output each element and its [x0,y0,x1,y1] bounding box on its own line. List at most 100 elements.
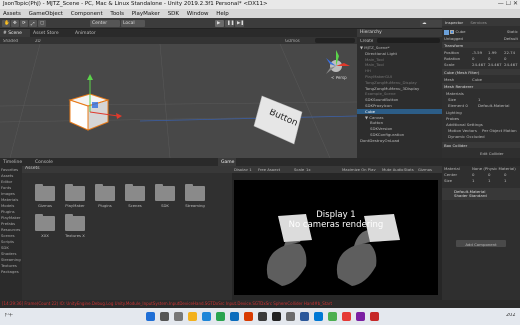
tab-inspector[interactable]: Inspector [445,20,463,25]
tab-timeline[interactable]: Timeline [0,158,28,166]
maximize-on-play-toggle[interactable]: Maximize On Play [342,168,376,172]
tab-animator[interactable]: Animator [72,29,112,37]
assets-breadcrumb[interactable]: Assets [22,166,232,173]
unity-editor-icon[interactable] [272,312,281,321]
wechat-icon[interactable] [328,312,337,321]
aspect-dropdown[interactable]: Free Aspect [258,168,280,172]
persp-label[interactable]: < Persp [331,76,347,80]
tab-console[interactable]: Console [32,158,60,166]
collider-size-y-field[interactable]: 1 [488,178,490,183]
app-icon-blue[interactable] [230,312,239,321]
hierarchy-item[interactable]: PlayMakerGUI [357,74,442,80]
hierarchy-item[interactable]: Cube [357,108,442,115]
dynamic-occluded-toggle[interactable]: Dynamic Occluded [442,133,520,139]
app-icon-green[interactable] [216,312,225,321]
scene-search-input[interactable] [315,38,355,43]
asset-folder[interactable]: XXX [32,214,58,238]
file-explorer-icon[interactable] [188,312,197,321]
hierarchy-create-button[interactable]: Create [360,39,373,43]
project-tree-item[interactable]: Streaming [0,256,22,262]
window-controls[interactable]: — ☐ ✕ [498,1,518,7]
object-name-field[interactable]: Cube [456,29,466,34]
move-tool-button[interactable]: ✥ [11,20,19,27]
tab-hierarchy[interactable]: Hierarchy [357,29,442,37]
scale-value[interactable]: 1x [306,168,311,172]
tab-asset-store[interactable]: Asset Store [30,29,72,37]
asset-folder[interactable]: Scenes [122,184,148,208]
stats-toggle[interactable]: Stats [404,168,414,172]
active-checkbox[interactable] [450,30,455,34]
hierarchy-item[interactable]: ▼ MJTZ_Scene* [357,45,442,51]
cloud-icon[interactable]: ☁ [420,20,442,27]
collider-size-z-field[interactable]: 1 [504,178,506,183]
search-icon[interactable] [160,312,169,321]
2d-toggle[interactable]: 2D [35,39,41,43]
scene-view[interactable]: Button < Persp [0,44,357,158]
hierarchy-item[interactable]: TongZongMuMenu_Display [357,80,442,86]
hierarchy-item[interactable]: TongZongMuMenu_3Display [357,86,442,92]
scale-tool-button[interactable]: ⤢ [29,20,37,27]
hierarchy-item[interactable]: HH [357,68,442,74]
tab-services[interactable]: Services [470,20,486,25]
display-dropdown[interactable]: Display 1 [234,168,252,172]
step-button[interactable]: ▶❚ [235,20,244,27]
project-tree-item[interactable]: Resources [0,226,22,232]
word-icon[interactable] [300,312,309,321]
mute-audio-toggle[interactable]: Mute Audio [382,168,404,172]
hierarchy-item[interactable]: Main_Tool [357,57,442,63]
tag-dropdown[interactable]: Untagged [444,36,463,41]
game-gizmos-dropdown[interactable]: Gizmos [418,168,432,172]
shading-mode-dropdown[interactable]: Shaded [3,39,18,43]
transform-header[interactable]: Transform [442,42,520,48]
scene-orientation-gizmo[interactable] [326,50,350,74]
play-button[interactable]: ▶ [215,20,224,27]
app-icon-orange[interactable] [244,312,253,321]
hierarchy-search-input[interactable] [377,38,440,43]
scale-z-field[interactable]: 24.467 [504,62,518,67]
project-tree-item[interactable]: Packages [0,268,22,274]
edge-icon[interactable] [202,312,211,321]
hierarchy-item[interactable]: SDKSoundButton [357,97,442,103]
vscode-icon[interactable] [314,312,323,321]
pause-button[interactable]: ❚❚ [225,20,235,27]
asset-folder[interactable]: Textures X [62,214,88,238]
hierarchy-item[interactable]: Directional Light [357,51,442,57]
asset-folder[interactable]: Plugins [92,184,118,208]
cube-object[interactable] [68,93,110,131]
asset-folder[interactable]: Gizmos [32,184,58,208]
hierarchy-item[interactable]: DontDestroyOnLoad [357,138,442,144]
box-collider-header[interactable]: Box Collider [442,142,520,148]
collider-size-x-field[interactable]: 1 [472,178,474,183]
mesh-filter-header[interactable]: Cube (Mesh Filter) [442,69,520,75]
app-icon-purple[interactable] [356,312,365,321]
hand-tool-button[interactable]: ✋ [2,20,10,27]
project-tree-item[interactable]: PlayMaker [0,214,22,220]
edit-collider-button[interactable]: Edit Collider [442,149,520,157]
local-space-toggle[interactable]: Local [121,20,145,27]
app-icon-gray[interactable] [286,312,295,321]
app-icon-dark-red[interactable] [370,312,379,321]
mesh-renderer-header[interactable]: Mesh Renderer [442,83,520,89]
scale-y-field[interactable]: 24.467 [488,62,502,67]
game-view[interactable]: Display 1 No cameras rendering [234,180,438,295]
rotate-tool-button[interactable]: ⟳ [20,20,28,27]
mesh-field[interactable]: Cube [472,77,482,82]
hierarchy-item[interactable]: SDKProxyIcon [357,103,442,109]
hierarchy-item[interactable]: Main_Tool [357,62,442,68]
asset-folder[interactable]: PlayMaker [62,184,88,208]
pivot-center-toggle[interactable]: Center [90,20,120,27]
app-icon-red[interactable] [342,312,351,321]
unity-hub-icon[interactable] [258,312,267,321]
static-toggle[interactable]: Static [507,29,518,34]
asset-folder[interactable]: Streaming [182,184,208,208]
status-bar[interactable]: [14:29:36] Frame(Count 22) IO: UnityEngi… [0,300,520,308]
hierarchy-item[interactable]: SDKConfiguration [357,132,442,138]
asset-folder[interactable]: SDK [152,184,178,208]
windows-start-icon[interactable] [146,312,155,321]
scale-x-field[interactable]: 24.467 [472,62,486,67]
element0-field[interactable]: Default-Material [478,103,509,108]
shader-dropdown[interactable]: Standard [469,193,487,198]
gizmos-dropdown[interactable]: Gizmos [285,39,300,43]
hierarchy-item[interactable]: Example_Scene [357,91,442,97]
task-view-icon[interactable] [174,312,183,321]
